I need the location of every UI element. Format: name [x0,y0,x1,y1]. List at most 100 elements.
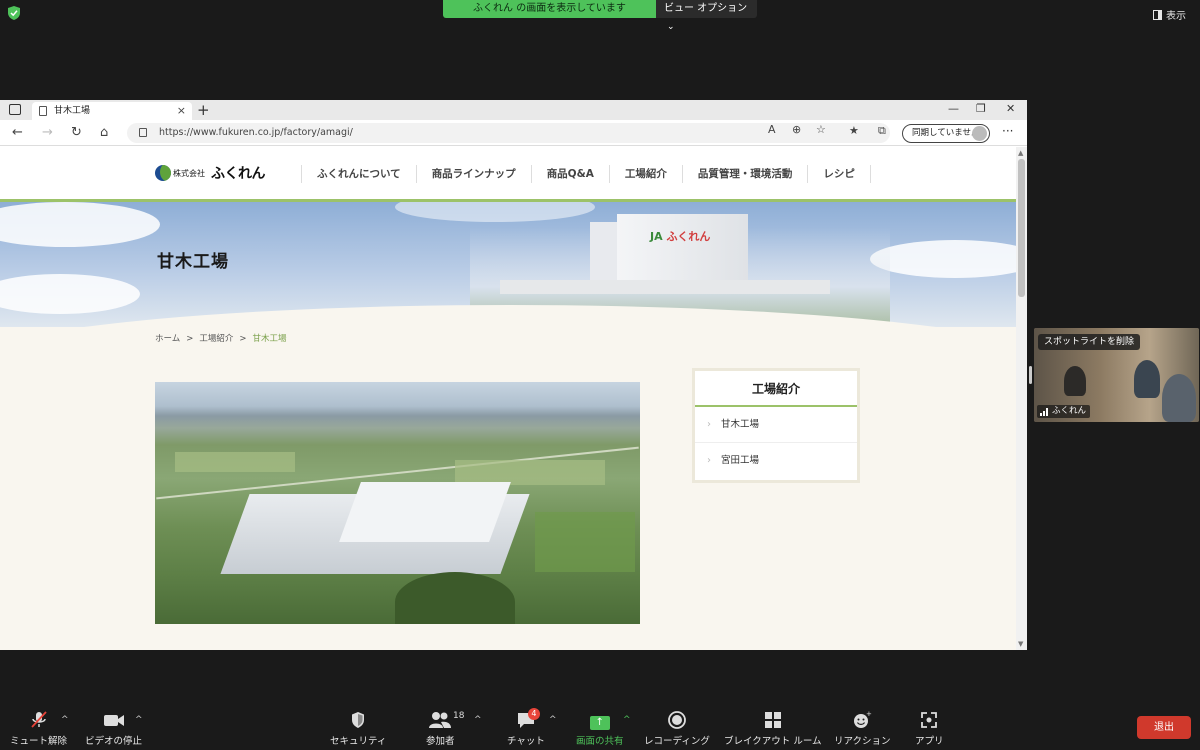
chat-button[interactable]: 4 チャット [507,708,545,747]
view-options-label: ビュー オプション [664,3,748,14]
breadcrumb-sep: > [186,334,194,344]
side-item-amagi[interactable]: › 甘木工場 [695,407,857,443]
web-page: 株式会社 ふくれん ふくれんについて 商品ラインナップ 商品Q&A 工場紹介 品… [0,147,1016,650]
page-scrollbar[interactable]: ▲ ▼ [1016,147,1027,650]
nav-products[interactable]: 商品ラインナップ [417,165,532,183]
chat-bubble-icon: 4 [516,708,540,730]
participant-video-tile[interactable]: スポットライトを削除 ふくれん [1034,328,1199,422]
panel-icon [1153,10,1162,20]
participants-count: 18 [453,711,465,721]
read-aloud-icon[interactable]: A [768,123,776,136]
side-menu-title: 工場紹介 [695,371,857,407]
scroll-down-icon[interactable]: ▼ [1018,640,1023,648]
more-menu-icon[interactable]: ··· [1002,124,1013,138]
share-chevron-icon[interactable]: ^ [623,715,631,725]
restore-icon[interactable]: ❐ [976,102,986,115]
person [1162,374,1196,422]
avatar [972,126,987,141]
forward-arrow-icon[interactable]: → [42,125,53,140]
photo-field [535,512,635,572]
participants-label: 参加者 [426,736,455,747]
photo-trees [395,572,515,624]
unmute-label: ミュート解除 [10,736,68,747]
breadcrumb-sep: > [239,334,247,344]
tile-drag-handle[interactable] [1029,366,1032,384]
show-panel-button[interactable]: 表示 [1153,7,1186,22]
security-button[interactable]: セキュリティ [330,710,386,747]
document-icon [39,106,47,116]
apps-icon [921,712,938,728]
participant-name: ふくれん [1052,406,1087,416]
zoom-icon[interactable]: ⊕ [792,123,801,136]
shared-browser-window: 甘木工場 × + — ❐ ✕ ← → ↻ ⌂ https://www.fukur… [0,100,1027,650]
site-header: 株式会社 ふくれん ふくれんについて 商品ラインナップ 商品Q&A 工場紹介 品… [0,147,1016,202]
cloud [395,202,595,222]
breakout-rooms-icon [764,712,781,728]
tab-title: 甘木工場 [54,106,91,116]
breakout-rooms-button[interactable]: ブレイクアウト ルーム [724,710,822,747]
side-item-label: 宮田工場 [721,455,760,466]
refresh-icon[interactable]: ↻ [71,125,82,140]
photo-field [175,452,295,472]
video-options-chevron-icon[interactable]: ^ [135,715,143,725]
share-screen-icon: ↑ [576,710,624,730]
signal-bars-icon [1040,408,1049,416]
nav-quality[interactable]: 品質管理・環境活動 [683,165,809,183]
chevron-right-icon: › [707,419,711,430]
minimize-icon[interactable]: — [948,102,959,115]
video-camera-icon [103,715,124,726]
unmute-button[interactable]: ミュート解除 [10,710,67,747]
stop-video-label: ビデオの停止 [85,736,143,747]
tab-actions-icon[interactable] [9,104,21,115]
new-tab-button[interactable]: + [197,100,210,120]
profile-sync-button[interactable]: 同期していません [902,124,990,143]
meeting-toolbar: ミュート解除 ^ ビデオの停止 ^ セキュリティ 18 参加者 ^ 4 チャット… [0,705,1200,750]
share-status-banner: ふくれん の画面を表示しています [443,0,656,18]
security-shield-icon[interactable] [8,6,20,20]
close-tab-icon[interactable]: × [177,102,186,120]
share-screen-label: 画面の共有 [576,736,624,747]
collections-icon[interactable]: ⧉ [878,124,886,138]
nav-factories[interactable]: 工場紹介 [610,165,683,183]
participants-chevron-icon[interactable]: ^ [474,715,482,725]
nav-qa[interactable]: 商品Q&A [532,165,610,183]
remove-spotlight-button[interactable]: スポットライトを削除 [1038,334,1141,350]
hero-banner: JA ふくれん 甘木工場 [0,202,1016,327]
add-favorite-icon[interactable]: ☆ [816,123,826,136]
record-button[interactable]: レコーディング [644,710,710,747]
scroll-thumb[interactable] [1018,159,1025,297]
breadcrumb-home[interactable]: ホーム [155,334,180,344]
browser-tab[interactable]: 甘木工場 × [32,102,192,120]
page-title: 甘木工場 [157,252,229,272]
apps-button[interactable]: アプリ [915,710,944,747]
factory-aerial-photo [155,382,640,624]
leave-meeting-button[interactable]: 退出 [1137,716,1191,739]
stop-video-button[interactable]: ビデオの停止 [85,710,142,747]
side-item-label: 甘木工場 [721,419,760,430]
record-label: レコーディング [644,736,710,747]
share-screen-button[interactable]: ↑ 画面の共有 [576,710,624,747]
participants-button[interactable]: 18 参加者 [426,710,464,747]
scroll-up-icon[interactable]: ▲ [1018,149,1023,157]
person [1064,366,1086,396]
reactions-button[interactable]: + リアクション [834,710,891,747]
favorites-icon[interactable]: ★ [849,124,859,137]
back-arrow-icon[interactable]: ← [12,125,23,140]
factory-sign-text: ふくれん [666,230,711,243]
home-icon[interactable]: ⌂ [100,125,108,140]
url-text: https://www.fukuren.co.jp/factory/amagi/ [159,127,353,138]
nav-recipes[interactable]: レシピ [808,165,871,183]
nav-about[interactable]: ふくれんについて [302,165,417,183]
side-item-miyata[interactable]: › 宮田工場 [695,443,857,479]
view-options-button[interactable]: ビュー オプション ⌄ [656,0,757,32]
factory-sign: JA ふくれん [650,230,711,243]
microphone-muted-icon [30,711,47,728]
factory-building [590,222,620,286]
close-window-icon[interactable]: ✕ [1006,102,1015,115]
breadcrumb-factories[interactable]: 工場紹介 [199,334,233,344]
audio-options-chevron-icon[interactable]: ^ [61,715,69,725]
lock-icon [139,128,147,137]
participants-icon: 18 [426,710,464,730]
photo-plant [339,482,511,542]
chat-chevron-icon[interactable]: ^ [549,715,557,725]
